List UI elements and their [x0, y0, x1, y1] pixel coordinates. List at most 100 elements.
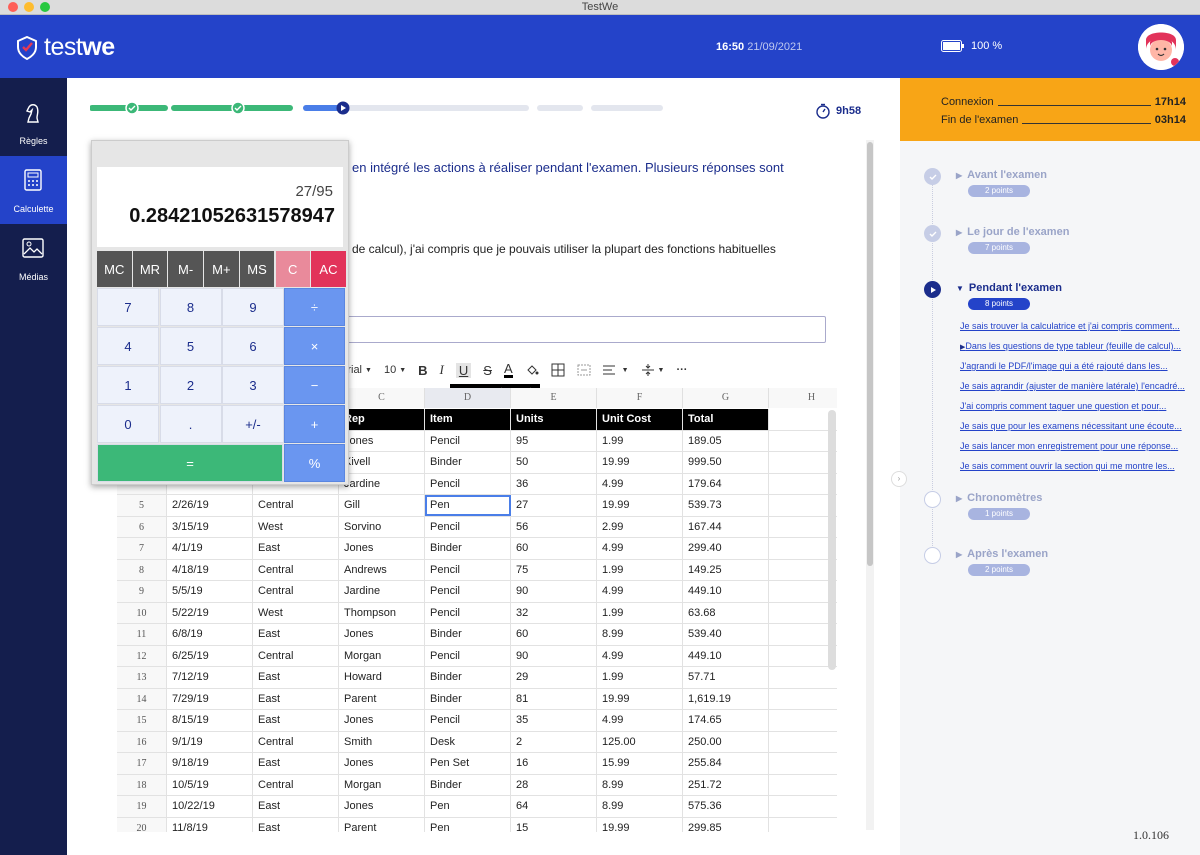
rep-cell[interactable]: Andrews [339, 559, 425, 580]
date-cell[interactable]: 7/29/19 [167, 688, 253, 709]
item-cell[interactable]: Pen [425, 495, 511, 516]
row-number[interactable]: 5 [117, 495, 167, 516]
units-cell[interactable]: 27 [511, 495, 597, 516]
unit-cost-cell[interactable]: 4.99 [597, 710, 683, 731]
region-cell[interactable]: East [253, 667, 339, 688]
total-cell[interactable]: 63.68 [683, 602, 769, 623]
units-cell[interactable]: 95 [511, 430, 597, 451]
table-cell[interactable] [769, 409, 837, 430]
column-title[interactable]: Item [425, 409, 511, 430]
item-cell[interactable]: Pen [425, 817, 511, 832]
units-cell[interactable]: 35 [511, 710, 597, 731]
empty-cell[interactable] [769, 431, 837, 452]
units-cell[interactable]: 29 [511, 667, 597, 688]
total-cell[interactable]: 299.85 [683, 817, 769, 832]
empty-cell[interactable] [769, 538, 837, 559]
unit-cost-cell[interactable]: 4.99 [597, 645, 683, 666]
units-cell[interactable]: 81 [511, 688, 597, 709]
total-cell[interactable]: 251.72 [683, 774, 769, 795]
item-cell[interactable]: Pencil [425, 516, 511, 537]
italic-button[interactable]: I [440, 362, 444, 378]
unit-cost-cell[interactable]: 1.99 [597, 559, 683, 580]
region-cell[interactable]: Central [253, 559, 339, 580]
rep-cell[interactable]: Thompson [339, 602, 425, 623]
rep-cell[interactable]: Morgan [339, 645, 425, 666]
strikethrough-button[interactable]: S [483, 363, 492, 378]
calc-key-5[interactable]: 5 [159, 327, 222, 365]
units-cell[interactable]: 16 [511, 753, 597, 774]
rep-cell[interactable]: Jardine [339, 473, 425, 494]
column-title[interactable]: Total [683, 409, 769, 430]
column-title[interactable]: Rep [339, 409, 425, 430]
empty-cell[interactable] [769, 796, 837, 817]
column-header-c[interactable]: C [339, 388, 425, 408]
unit-cost-cell[interactable]: 8.99 [597, 624, 683, 645]
empty-cell[interactable] [769, 624, 837, 645]
item-cell[interactable]: Pencil [425, 645, 511, 666]
section-title[interactable]: ▶ Le jour de l'examen [956, 226, 1069, 238]
calc-ms-button[interactable]: MS [239, 251, 275, 287]
item-cell[interactable]: Binder [425, 624, 511, 645]
date-cell[interactable]: 9/1/19 [167, 731, 253, 752]
total-cell[interactable]: 575.36 [683, 796, 769, 817]
answer-input[interactable] [340, 316, 826, 343]
row-number[interactable]: 19 [117, 796, 167, 817]
units-cell[interactable]: 36 [511, 473, 597, 494]
total-cell[interactable]: 167.44 [683, 516, 769, 537]
calc-equals-button[interactable]: = [97, 444, 283, 482]
empty-cell[interactable] [769, 646, 837, 667]
question-link[interactable]: J'agrandi le PDF/l'image qui a été rajou… [960, 361, 1192, 371]
rep-cell[interactable]: Kivell [339, 452, 425, 473]
question-link[interactable]: ▶Dans les questions de type tableur (feu… [960, 341, 1192, 351]
user-avatar[interactable] [1138, 24, 1184, 70]
region-cell[interactable]: East [253, 796, 339, 817]
calc-key-decimal[interactable]: . [159, 405, 222, 443]
row-number[interactable]: 16 [117, 731, 167, 752]
row-number[interactable]: 9 [117, 581, 167, 602]
rep-cell[interactable]: Jones [339, 710, 425, 731]
calc-add-button[interactable]: + [284, 405, 345, 443]
bold-button[interactable]: B [418, 363, 427, 378]
date-cell[interactable]: 10/5/19 [167, 774, 253, 795]
total-cell[interactable]: 149.25 [683, 559, 769, 580]
empty-cell[interactable] [769, 775, 837, 796]
region-cell[interactable]: East [253, 538, 339, 559]
empty-cell[interactable] [769, 560, 837, 581]
calc-key-6[interactable]: 6 [222, 327, 284, 365]
question-link[interactable]: Je sais trouver la calculatrice et j'ai … [960, 321, 1192, 331]
row-number[interactable]: 12 [117, 645, 167, 666]
date-cell[interactable]: 4/18/19 [167, 559, 253, 580]
unit-cost-cell[interactable]: 4.99 [597, 538, 683, 559]
vertical-align-icon[interactable]: ▼ [641, 363, 664, 377]
calc-all-clear-button[interactable]: AC [311, 251, 346, 287]
rep-cell[interactable]: Morgan [339, 774, 425, 795]
date-cell[interactable]: 4/1/19 [167, 538, 253, 559]
empty-cell[interactable] [769, 689, 837, 710]
date-cell[interactable]: 7/12/19 [167, 667, 253, 688]
column-header-h[interactable]: H [769, 388, 837, 408]
rep-cell[interactable]: Gill [339, 495, 425, 516]
empty-cell[interactable] [769, 667, 837, 688]
region-cell[interactable]: East [253, 753, 339, 774]
row-number[interactable]: 15 [117, 710, 167, 731]
unit-cost-cell[interactable]: 1.99 [597, 602, 683, 623]
units-cell[interactable]: 75 [511, 559, 597, 580]
total-cell[interactable]: 174.65 [683, 710, 769, 731]
empty-cell[interactable] [769, 710, 837, 731]
calc-key-7[interactable]: 7 [97, 288, 159, 326]
sheet-scrollbar[interactable] [828, 410, 836, 670]
font-size-select[interactable]: 10 ▼ [384, 364, 406, 376]
rep-cell[interactable]: Parent [339, 688, 425, 709]
units-cell[interactable]: 90 [511, 581, 597, 602]
row-number[interactable]: 10 [117, 602, 167, 623]
date-cell[interactable]: 6/8/19 [167, 624, 253, 645]
region-cell[interactable]: Central [253, 774, 339, 795]
empty-cell[interactable] [769, 603, 837, 624]
align-left-icon[interactable]: ▼ [602, 364, 629, 376]
units-cell[interactable]: 28 [511, 774, 597, 795]
units-cell[interactable]: 15 [511, 817, 597, 832]
units-cell[interactable]: 60 [511, 624, 597, 645]
empty-cell[interactable] [769, 753, 837, 774]
calc-divide-button[interactable]: ÷ [284, 288, 345, 326]
row-number[interactable]: 14 [117, 688, 167, 709]
